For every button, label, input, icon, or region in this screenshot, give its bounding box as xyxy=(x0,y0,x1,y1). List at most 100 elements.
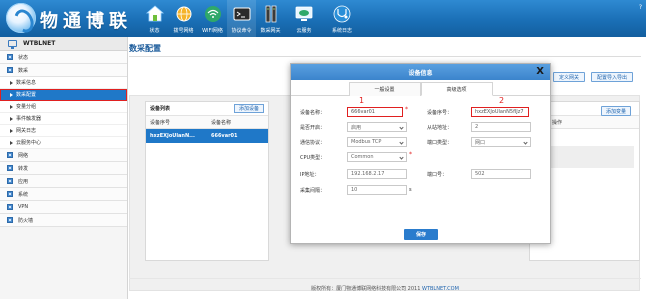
sidebar: WTBLNET 状态 数采 数采信息 数采配置 变量分组 事件触发器 网关日志 … xyxy=(0,37,128,299)
device-sn-input[interactable]: hxzEXJoUlanN5fIJz7 xyxy=(471,107,529,117)
device-form: 1 2 设备名称： 666var01 * 设备序号： hxzEXJoUlanN5… xyxy=(291,96,550,226)
annotation-2: 2 xyxy=(499,96,505,105)
triangle-right-icon xyxy=(10,104,13,109)
save-button[interactable]: 保存 xyxy=(404,229,438,240)
add-device-button[interactable]: 添加设备 xyxy=(233,104,264,113)
folder-icon xyxy=(7,67,13,73)
required-mark: * xyxy=(409,151,412,158)
chevron-down-icon xyxy=(523,140,528,145)
sidebar-sub-var-group[interactable]: 变量分组 xyxy=(0,101,127,113)
folder-icon xyxy=(7,217,13,223)
nav-status[interactable]: 状态 xyxy=(140,0,169,37)
device-sn-label: 设备序号： xyxy=(427,110,453,116)
interval-unit: s xyxy=(409,187,412,193)
folder-icon xyxy=(7,178,13,184)
port-type-select[interactable]: 网口 xyxy=(471,137,531,147)
port-label: 端口号： xyxy=(427,172,448,178)
interval-label: 采集间隔： xyxy=(300,188,326,194)
add-variable-button[interactable]: 添加变量 xyxy=(601,106,631,116)
ip-address-label: IP地址： xyxy=(300,172,320,178)
triangle-right-icon xyxy=(10,80,13,85)
footer: 版权所有：厦门物通博联网络科技有限公司 2011 WTBLNET.COM xyxy=(311,286,459,292)
nav-protocol[interactable]: 协议命令 xyxy=(227,0,256,37)
folder-icon xyxy=(7,152,13,158)
device-name-label: 设备名称： xyxy=(300,110,326,116)
cloud-icon xyxy=(295,6,313,21)
device-info-dialog: 设备信息 X 一般设置 高级选项 1 2 设备名称： 666var01 * 设备… xyxy=(290,63,551,244)
main-nav: 状态 拨号网络 WIFI网络 协议命令 数采网关 云服务 系统日志 xyxy=(140,0,361,37)
folder-icon xyxy=(7,204,13,210)
footer-link[interactable]: WTBLNET.COM xyxy=(422,286,459,292)
globe-icon xyxy=(176,6,192,22)
tab-general[interactable]: 一般设置 xyxy=(348,82,421,96)
port-type-label: 端口类型： xyxy=(427,140,453,146)
sidebar-sub-gateway-log[interactable]: 网关日志 xyxy=(0,125,127,137)
required-mark: * xyxy=(405,106,408,113)
sidebar-item-apps[interactable]: 应用 xyxy=(0,175,127,188)
stethoscope-icon xyxy=(333,5,351,23)
slave-address-label: 从站地址： xyxy=(427,125,453,131)
divider xyxy=(129,56,641,57)
annotation-1: 1 xyxy=(359,96,365,105)
sidebar-sub-event-trigger[interactable]: 事件触发器 xyxy=(0,113,127,125)
protocol-select[interactable]: Modbus TCP xyxy=(347,137,407,147)
device-list-header: 设备序号 设备名称 xyxy=(146,116,268,129)
folder-icon xyxy=(7,165,13,171)
dialog-title: 设备信息 xyxy=(408,69,433,77)
dialog-tabs: 一般设置 高级选项 xyxy=(291,82,550,96)
device-list-title: 设备列表 xyxy=(150,106,171,112)
enable-select[interactable]: 启用 xyxy=(347,122,407,132)
nav-syslog[interactable]: 系统日志 xyxy=(323,0,361,37)
cpu-type-select[interactable]: Common xyxy=(347,152,407,162)
wifi-icon xyxy=(205,6,221,22)
import-export-button[interactable]: 配置导入导出 xyxy=(591,72,633,82)
nav-cloud[interactable]: 云服务 xyxy=(285,0,323,37)
close-icon[interactable]: X xyxy=(536,66,544,77)
table-row[interactable]: hxzEXJoUlanN... 666var01 xyxy=(146,129,268,143)
interval-input[interactable]: 10 xyxy=(347,185,407,195)
triangle-right-icon xyxy=(10,92,13,97)
port-input[interactable]: 502 xyxy=(471,169,531,179)
page-title: 数采配置 xyxy=(129,44,161,53)
chevron-down-icon xyxy=(399,140,404,145)
define-gateway-button[interactable]: 定义网关 xyxy=(553,72,585,82)
device-list: 设备列表 添加设备 设备序号 设备名称 hxzEXJoUlanN... 666v… xyxy=(145,101,269,261)
sidebar-item-vpn[interactable]: VPN xyxy=(0,201,127,214)
divider xyxy=(129,278,641,279)
triangle-right-icon xyxy=(10,140,13,145)
sidebar-title: WTBLNET xyxy=(0,37,127,51)
slave-address-input[interactable]: 2 xyxy=(471,122,531,132)
triangle-right-icon xyxy=(10,128,13,133)
triangle-right-icon xyxy=(10,116,13,121)
brand-name: 物通博联 xyxy=(40,11,132,32)
logo-icon xyxy=(6,3,36,33)
ip-address-input[interactable]: 192.168.2.17 xyxy=(347,169,407,179)
sidebar-item-collect[interactable]: 数采 xyxy=(0,64,127,77)
sidebar-item-firewall[interactable]: 防火墙 xyxy=(0,214,127,227)
sidebar-sub-collect-info[interactable]: 数采信息 xyxy=(0,77,127,89)
chevron-down-icon xyxy=(399,155,404,160)
folder-icon xyxy=(7,54,13,60)
top-header: 物通博联 状态 拨号网络 WIFI网络 协议命令 数采网关 云服务 系统日志 ? xyxy=(0,0,646,37)
sidebar-item-forward[interactable]: 转发 xyxy=(0,162,127,175)
sidebar-item-system[interactable]: 系统 xyxy=(0,188,127,201)
sidebar-item-network[interactable]: 网络 xyxy=(0,149,127,162)
help-button[interactable]: ? xyxy=(639,4,642,11)
nav-dialup[interactable]: 拨号网络 xyxy=(169,0,198,37)
chevron-down-icon xyxy=(399,125,404,130)
folder-icon xyxy=(7,191,13,197)
dialog-header: 设备信息 X xyxy=(291,64,550,80)
sidebar-sub-collect-config[interactable]: 数采配置 xyxy=(0,89,127,101)
sidebar-sub-cloud-center[interactable]: 云服务中心 xyxy=(0,137,127,149)
server-icon xyxy=(265,5,277,23)
cpu-type-label: CPU类型： xyxy=(300,155,326,161)
sidebar-item-status[interactable]: 状态 xyxy=(0,51,127,64)
tab-advanced[interactable]: 高级选项 xyxy=(420,82,493,96)
monitor-icon xyxy=(8,40,17,49)
terminal-icon xyxy=(233,7,251,21)
device-name-input[interactable]: 666var01 xyxy=(347,107,403,117)
nav-gateway[interactable]: 数采网关 xyxy=(256,0,285,37)
house-icon xyxy=(145,5,165,22)
nav-wifi[interactable]: WIFI网络 xyxy=(198,0,227,37)
protocol-label: 通信协议： xyxy=(300,140,326,146)
